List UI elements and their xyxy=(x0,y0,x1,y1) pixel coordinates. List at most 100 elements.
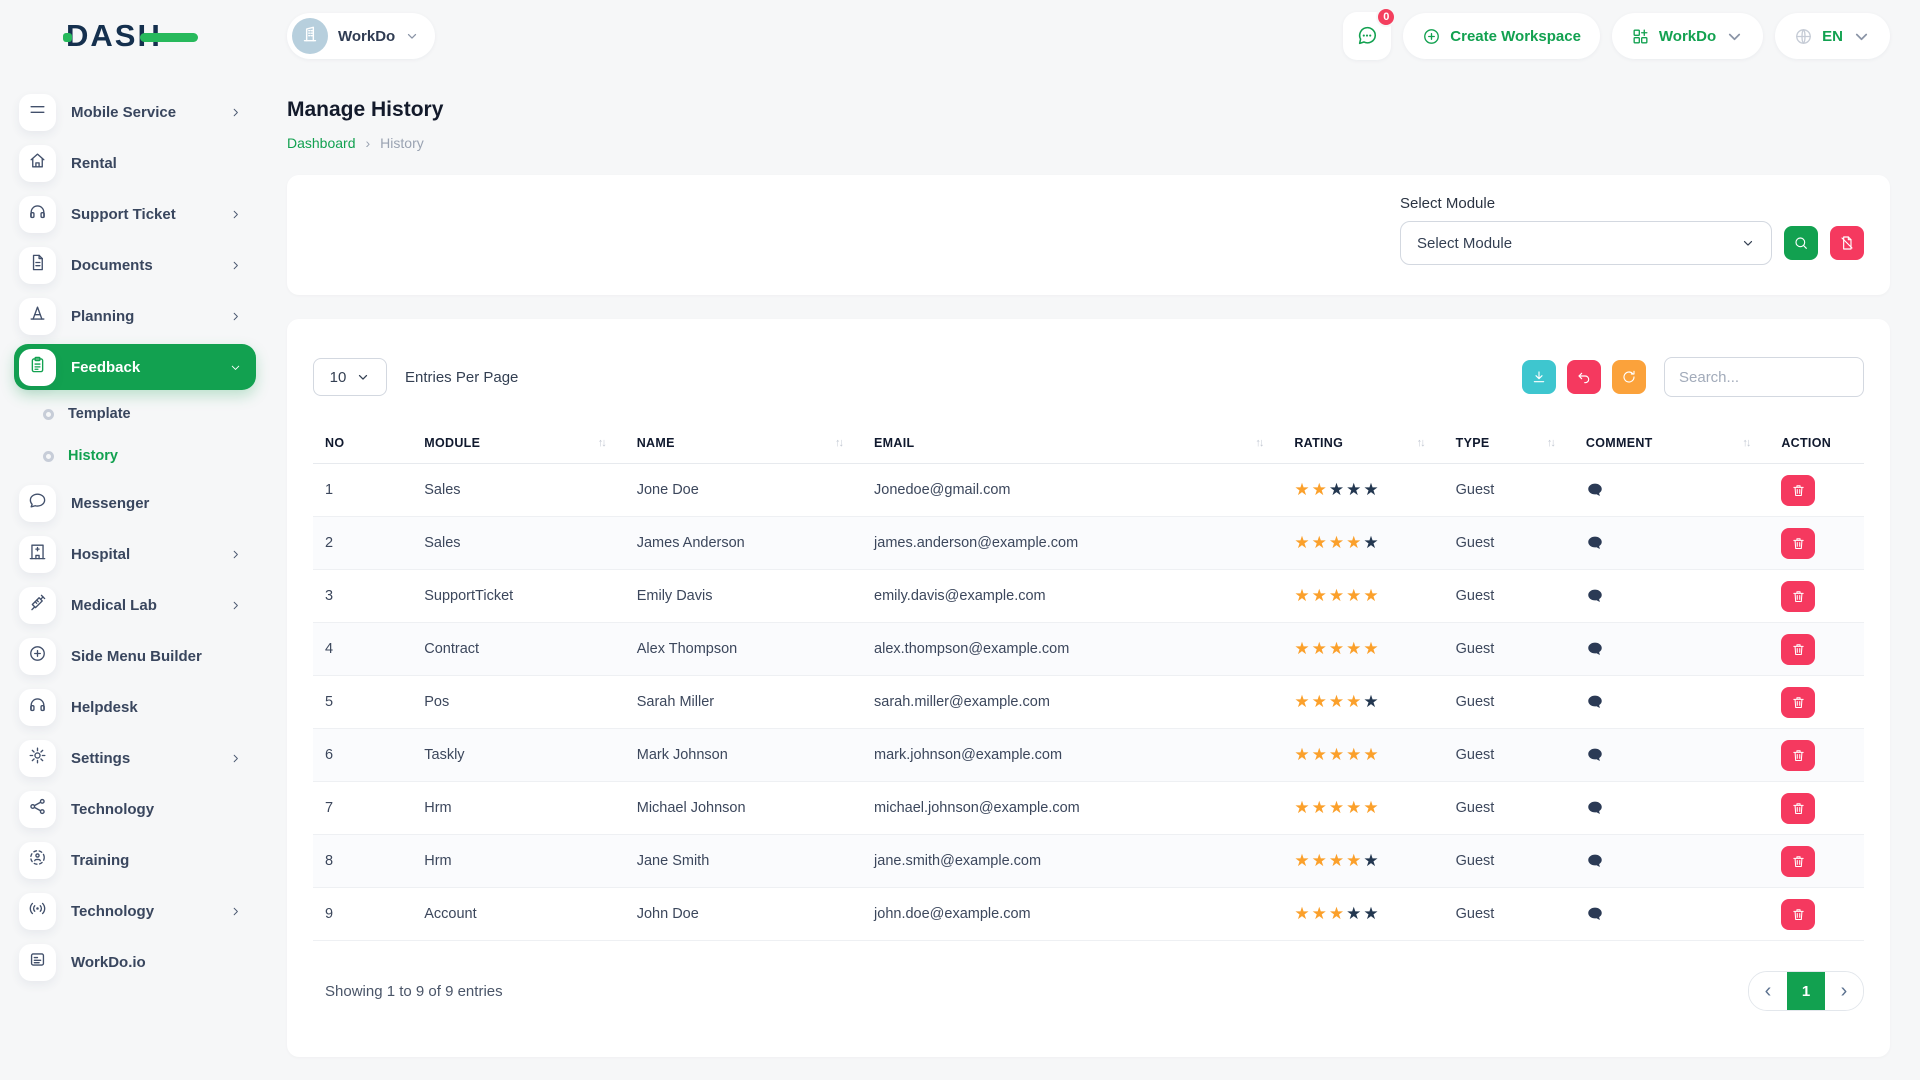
column-header-module[interactable]: MODULE↑↓ xyxy=(412,423,624,464)
sidebar-item-support-ticket[interactable]: Support Ticket xyxy=(14,191,256,237)
grid-plus-icon xyxy=(1631,27,1650,46)
comment-icon xyxy=(1586,746,1604,764)
delete-button[interactable] xyxy=(1781,687,1815,718)
sidebar-subitem-history[interactable]: History xyxy=(14,437,256,475)
sidebar-item-documents[interactable]: Documents xyxy=(14,242,256,288)
sort-icon: ↑↓ xyxy=(1417,437,1432,449)
create-workspace-button[interactable]: Create Workspace xyxy=(1403,13,1600,59)
cell-action xyxy=(1769,676,1864,729)
hospital-icon xyxy=(28,542,47,566)
sidebar-item-label: Technology xyxy=(71,801,154,818)
sidebar-item-workdo-io[interactable]: WorkDo.io xyxy=(14,939,256,985)
sort-icon: ↑↓ xyxy=(1742,437,1757,449)
top-bar: DASH WorkDo 0 Create Workspace WorkDo EN xyxy=(0,0,1920,72)
delete-button[interactable] xyxy=(1781,793,1815,824)
sidebar-item-training[interactable]: Training xyxy=(14,837,256,883)
comment-button[interactable] xyxy=(1586,746,1604,764)
column-header-action: ACTION xyxy=(1769,423,1864,464)
table-search-input[interactable] xyxy=(1664,357,1864,397)
export-button[interactable] xyxy=(1522,360,1556,394)
cell-rating: ★★★★★ xyxy=(1282,623,1443,676)
clipboard-icon xyxy=(28,355,47,379)
cell-rating: ★★★★★ xyxy=(1282,464,1443,517)
sidebar-item-side-menu-builder[interactable]: Side Menu Builder xyxy=(14,633,256,679)
comment-button[interactable] xyxy=(1586,852,1604,870)
breadcrumb-dashboard-link[interactable]: Dashboard xyxy=(287,135,356,151)
cell-module: Hrm xyxy=(412,782,624,835)
sidebar-item-mobile-service[interactable]: Mobile Service xyxy=(14,89,256,135)
comment-button[interactable] xyxy=(1586,481,1604,499)
comment-button[interactable] xyxy=(1586,905,1604,923)
delete-button[interactable] xyxy=(1781,634,1815,665)
page-title: Manage History xyxy=(287,98,1890,122)
entries-per-page-value: 10 xyxy=(330,369,347,386)
cell-action xyxy=(1769,517,1864,570)
home-icon xyxy=(28,151,47,175)
sidebar-item-helpdesk[interactable]: Helpdesk xyxy=(14,684,256,730)
brand-logo[interactable]: DASH xyxy=(66,18,162,54)
logo-accent-dot xyxy=(63,33,72,42)
sidebar-item-medical-lab[interactable]: Medical Lab xyxy=(14,582,256,628)
sidebar-item-technology-2[interactable]: Technology xyxy=(14,888,256,934)
undo-button[interactable] xyxy=(1567,360,1601,394)
cell-module: Sales xyxy=(412,464,624,517)
refresh-button[interactable] xyxy=(1612,360,1646,394)
column-header-rating[interactable]: RATING↑↓ xyxy=(1282,423,1443,464)
sort-icon: ↑↓ xyxy=(1547,437,1562,449)
cell-email: emily.davis@example.com xyxy=(862,570,1282,623)
delete-button[interactable] xyxy=(1781,528,1815,559)
sidebar-item-messenger[interactable]: Messenger xyxy=(14,480,256,526)
messages-button[interactable]: 0 xyxy=(1343,12,1391,60)
trash-icon xyxy=(1791,801,1806,816)
sidebar-item-hospital[interactable]: Hospital xyxy=(14,531,256,577)
workspace-switcher[interactable]: WorkDo xyxy=(287,13,435,59)
column-header-type[interactable]: TYPE↑↓ xyxy=(1444,423,1574,464)
cell-no: 7 xyxy=(313,782,412,835)
chevron-down-icon xyxy=(1852,27,1871,46)
pagination-next-button[interactable]: › xyxy=(1825,972,1863,1010)
sidebar-subitem-template[interactable]: Template xyxy=(14,395,256,433)
comment-button[interactable] xyxy=(1586,799,1604,817)
delete-button[interactable] xyxy=(1781,740,1815,771)
sidebar-item-label: Helpdesk xyxy=(71,699,138,716)
search-icon xyxy=(1793,235,1809,251)
comment-button[interactable] xyxy=(1586,534,1604,552)
column-header-name[interactable]: NAME↑↓ xyxy=(625,423,862,464)
table-row: 3 SupportTicket Emily Davis emily.davis@… xyxy=(313,570,1864,623)
cell-type: Guest xyxy=(1444,570,1574,623)
breadcrumb-current: History xyxy=(380,135,424,151)
pagination-prev-button[interactable]: ‹ xyxy=(1749,972,1787,1010)
sidebar-item-settings[interactable]: Settings xyxy=(14,735,256,781)
chevron-down-icon xyxy=(1741,236,1755,250)
delete-button[interactable] xyxy=(1781,846,1815,877)
sidebar-item-rental[interactable]: Rental xyxy=(14,140,256,186)
sidebar-item-feedback[interactable]: Feedback xyxy=(14,344,256,390)
comment-button[interactable] xyxy=(1586,587,1604,605)
logo-accent-bar xyxy=(140,33,198,42)
table-row: 9 Account John Doe john.doe@example.com … xyxy=(313,888,1864,941)
pagination: ‹ 1 › xyxy=(1748,971,1864,1011)
module-select[interactable]: Select Module xyxy=(1400,221,1772,265)
language-button[interactable]: EN xyxy=(1775,13,1890,59)
comment-button[interactable] xyxy=(1586,640,1604,658)
delete-button[interactable] xyxy=(1781,475,1815,506)
table-controls: 10 Entries Per Page xyxy=(313,357,1864,397)
logo-wrap: DASH xyxy=(0,18,270,54)
trash-icon xyxy=(1791,536,1806,551)
app-switcher-button[interactable]: WorkDo xyxy=(1612,13,1763,59)
cell-name: James Anderson xyxy=(625,517,862,570)
sidebar-item-planning[interactable]: Planning xyxy=(14,293,256,339)
delete-button[interactable] xyxy=(1781,899,1815,930)
filter-search-button[interactable] xyxy=(1784,226,1818,260)
cell-rating: ★★★★★ xyxy=(1282,570,1443,623)
sidebar-item-label: Side Menu Builder xyxy=(71,648,202,665)
pagination-page-1[interactable]: 1 xyxy=(1787,972,1825,1010)
filter-reset-button[interactable] xyxy=(1830,226,1864,260)
entries-per-page-select[interactable]: 10 xyxy=(313,358,387,396)
sidebar-item-technology[interactable]: Technology xyxy=(14,786,256,832)
sidebar-nav: Mobile Service Rental Support Ticket Doc… xyxy=(0,72,270,1080)
column-header-email[interactable]: EMAIL↑↓ xyxy=(862,423,1282,464)
column-header-comment[interactable]: COMMENT↑↓ xyxy=(1574,423,1769,464)
delete-button[interactable] xyxy=(1781,581,1815,612)
comment-button[interactable] xyxy=(1586,693,1604,711)
